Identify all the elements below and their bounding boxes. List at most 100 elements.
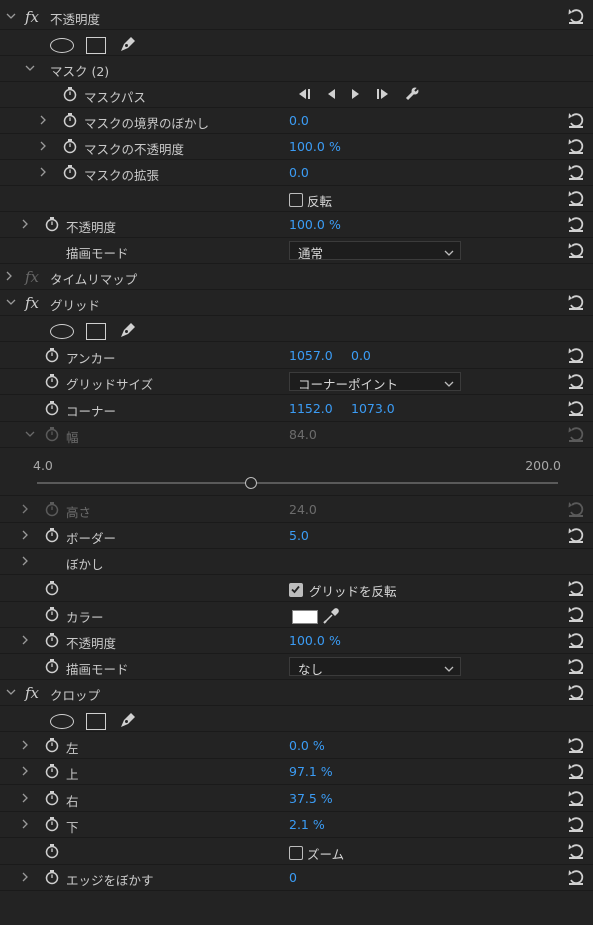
reset-icon[interactable] xyxy=(567,869,585,886)
crop-top-value[interactable]: 97.1 % xyxy=(289,764,333,779)
fx-icon[interactable]: fx xyxy=(25,8,39,26)
rectangle-mask-icon[interactable] xyxy=(86,323,106,340)
reset-icon[interactable] xyxy=(567,373,585,390)
chevron-right-icon[interactable] xyxy=(20,635,30,645)
blend-mode-dropdown[interactable]: 通常 xyxy=(289,241,461,261)
track-forward-icon[interactable] xyxy=(375,87,391,104)
chevron-down-icon[interactable] xyxy=(6,11,16,21)
chevron-right-icon[interactable] xyxy=(20,740,30,750)
reset-icon[interactable] xyxy=(567,843,585,860)
step-forward-icon[interactable] xyxy=(350,87,362,104)
reset-icon[interactable] xyxy=(567,763,585,780)
mask-expansion-value[interactable]: 0.0 xyxy=(289,165,309,180)
reset-icon[interactable] xyxy=(567,347,585,364)
chevron-right-icon[interactable] xyxy=(20,556,30,566)
mask-feather-value[interactable]: 0.0 xyxy=(289,113,309,128)
chevron-right-icon[interactable] xyxy=(38,115,48,125)
stopwatch-icon[interactable] xyxy=(44,843,60,859)
anchor-x-value[interactable]: 1057.0 xyxy=(289,348,333,363)
reset-icon[interactable] xyxy=(567,527,585,544)
stopwatch-icon[interactable] xyxy=(44,790,60,806)
ellipse-mask-icon[interactable] xyxy=(50,38,74,53)
reset-icon[interactable] xyxy=(567,606,585,623)
corner-x-value[interactable]: 1152.0 xyxy=(289,401,333,416)
pen-tool-icon[interactable] xyxy=(118,320,138,343)
step-backward-icon[interactable] xyxy=(325,87,337,104)
stopwatch-icon[interactable] xyxy=(44,869,60,885)
chevron-right-icon[interactable] xyxy=(20,872,30,882)
border-value[interactable]: 5.0 xyxy=(289,528,309,543)
reset-icon[interactable] xyxy=(567,400,585,417)
chevron-down-icon[interactable] xyxy=(6,687,16,697)
stopwatch-icon[interactable] xyxy=(44,763,60,779)
chevron-right-icon[interactable] xyxy=(20,793,30,803)
reset-icon[interactable] xyxy=(567,242,585,259)
fx-icon[interactable]: fx xyxy=(25,294,39,312)
chevron-right-icon[interactable] xyxy=(20,504,30,514)
chevron-right-icon[interactable] xyxy=(4,271,14,281)
chevron-right-icon[interactable] xyxy=(38,167,48,177)
crop-left-value[interactable]: 0.0 % xyxy=(289,738,325,753)
reset-icon[interactable] xyxy=(567,8,585,25)
grid-blend-dropdown[interactable]: なし xyxy=(289,657,461,677)
slider-track[interactable] xyxy=(37,482,558,484)
chevron-right-icon[interactable] xyxy=(20,219,30,229)
crop-bottom-value[interactable]: 2.1 % xyxy=(289,817,325,832)
chevron-right-icon[interactable] xyxy=(20,766,30,776)
mask-opacity-value[interactable]: 100.0 xyxy=(289,139,325,154)
reset-icon[interactable] xyxy=(567,684,585,701)
reset-icon[interactable] xyxy=(567,164,585,181)
reset-icon[interactable] xyxy=(567,737,585,754)
crop-right-value[interactable]: 37.5 % xyxy=(289,791,333,806)
edge-feather-value[interactable]: 0 xyxy=(289,870,297,885)
color-swatch[interactable] xyxy=(292,610,318,624)
stopwatch-icon[interactable] xyxy=(62,112,78,128)
track-backward-icon[interactable] xyxy=(296,87,312,104)
stopwatch-icon[interactable] xyxy=(44,658,60,674)
rectangle-mask-icon[interactable] xyxy=(86,713,106,730)
chevron-down-icon[interactable] xyxy=(25,429,35,439)
pen-tool-icon[interactable] xyxy=(118,34,138,57)
reset-icon[interactable] xyxy=(567,658,585,675)
slider-thumb[interactable] xyxy=(244,477,257,489)
anchor-y-value[interactable]: 0.0 xyxy=(351,348,371,363)
reset-icon[interactable] xyxy=(567,580,585,597)
chevron-right-icon[interactable] xyxy=(20,530,30,540)
grid-invert-checkbox[interactable] xyxy=(289,583,303,597)
ellipse-mask-icon[interactable] xyxy=(50,324,74,339)
eyedropper-icon[interactable] xyxy=(322,607,340,628)
stopwatch-icon[interactable] xyxy=(62,138,78,154)
chevron-down-icon[interactable] xyxy=(25,63,35,73)
reset-icon[interactable] xyxy=(567,138,585,155)
opacity-value[interactable]: 100.0 xyxy=(289,217,325,232)
reset-icon[interactable] xyxy=(567,632,585,649)
corner-y-value[interactable]: 1073.0 xyxy=(351,401,395,416)
reset-icon[interactable] xyxy=(567,190,585,207)
chevron-down-icon[interactable] xyxy=(6,297,16,307)
stopwatch-icon[interactable] xyxy=(44,527,60,543)
grid-size-dropdown[interactable]: コーナーポイント xyxy=(289,372,461,392)
fx-icon[interactable]: fx xyxy=(25,684,39,702)
ellipse-mask-icon[interactable] xyxy=(50,714,74,729)
chevron-right-icon[interactable] xyxy=(20,819,30,829)
wrench-icon[interactable] xyxy=(404,86,420,105)
pen-tool-icon[interactable] xyxy=(118,710,138,733)
stopwatch-icon[interactable] xyxy=(44,216,60,232)
zoom-checkbox[interactable] xyxy=(289,846,303,860)
reset-icon[interactable] xyxy=(567,112,585,129)
chevron-right-icon[interactable] xyxy=(38,141,48,151)
reset-icon[interactable] xyxy=(567,790,585,807)
rectangle-mask-icon[interactable] xyxy=(86,37,106,54)
reset-icon[interactable] xyxy=(567,816,585,833)
stopwatch-icon[interactable] xyxy=(44,606,60,622)
reset-icon[interactable] xyxy=(567,216,585,233)
stopwatch-icon[interactable] xyxy=(44,373,60,389)
stopwatch-icon[interactable] xyxy=(62,86,78,102)
stopwatch-icon[interactable] xyxy=(44,580,60,596)
stopwatch-icon[interactable] xyxy=(44,400,60,416)
grid-opacity-value[interactable]: 100.0 xyxy=(289,633,325,648)
stopwatch-icon[interactable] xyxy=(44,816,60,832)
stopwatch-icon[interactable] xyxy=(44,632,60,648)
stopwatch-icon[interactable] xyxy=(44,737,60,753)
stopwatch-icon[interactable] xyxy=(44,347,60,363)
